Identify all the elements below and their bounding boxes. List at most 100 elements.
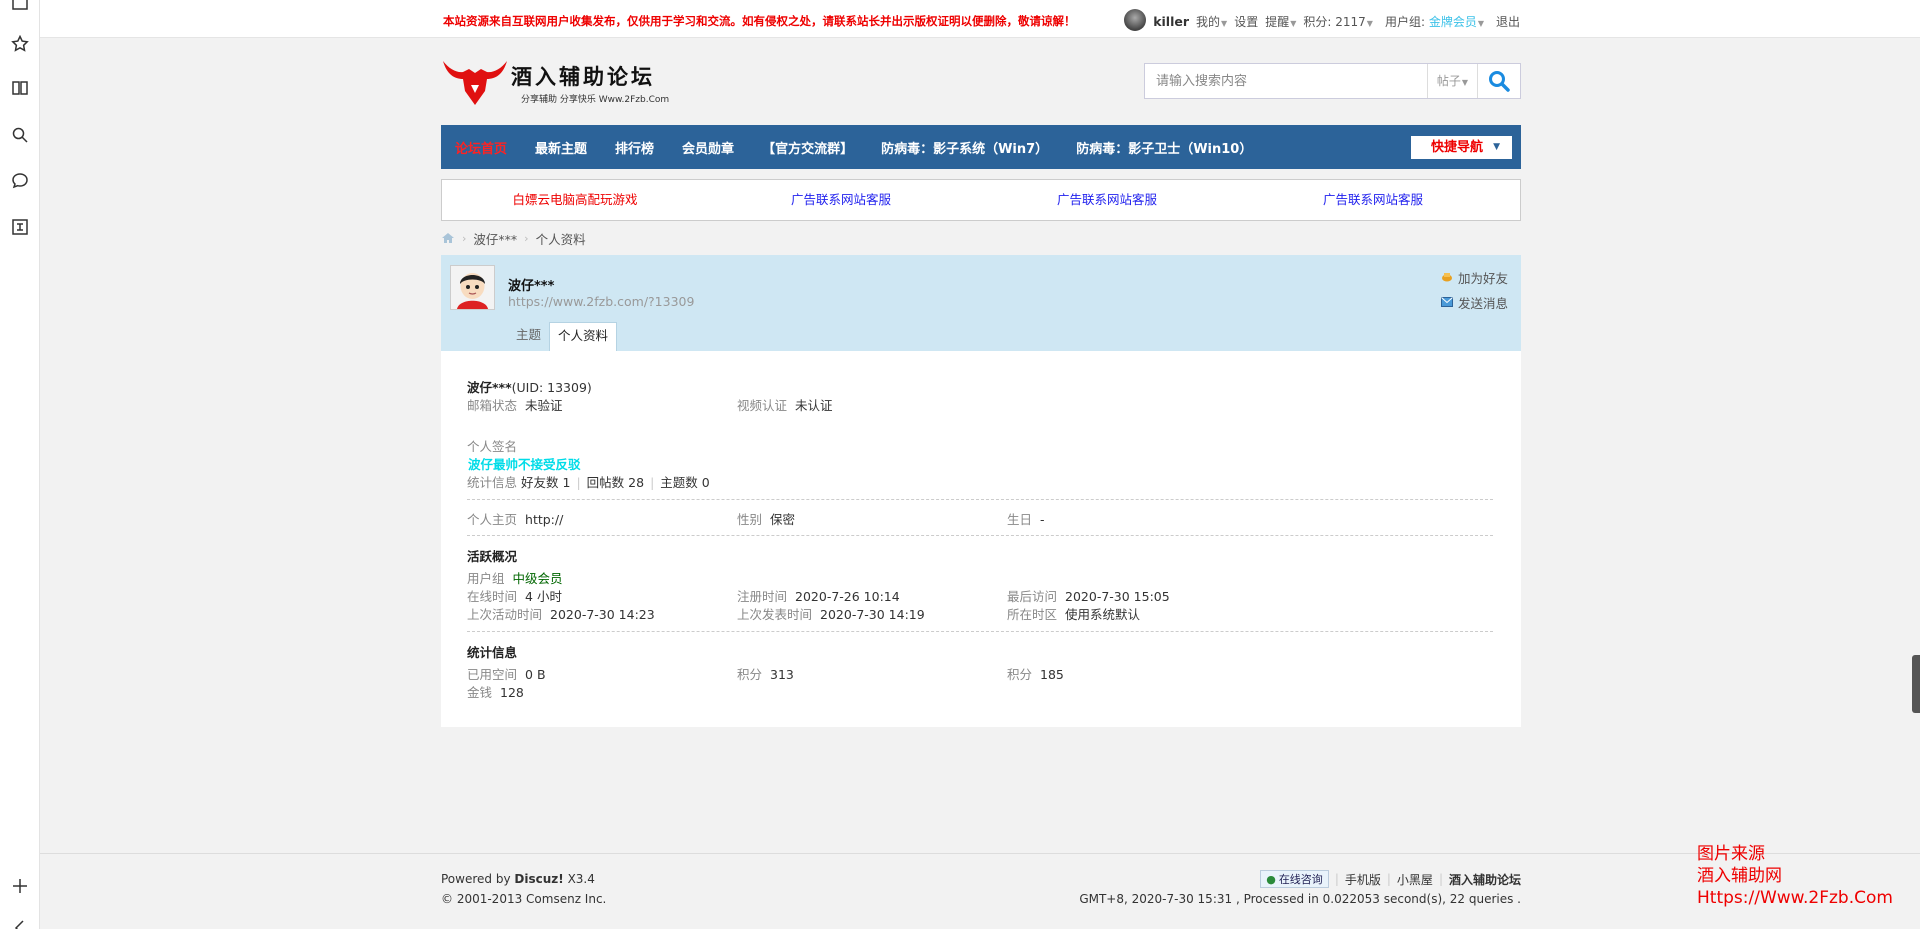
home-icon[interactable] <box>441 232 455 244</box>
profile-name: 波仔*** <box>508 279 555 294</box>
user-menu: killer 我的▼ 设置 提醒▼ 积分: 2117▼ 用户组: 金牌会员▼ 退… <box>1117 9 1520 31</box>
ad-link[interactable]: 广告联系网站客服 <box>974 180 1240 220</box>
last-post-field: 上次发表时间 2020-7-30 14:19 <box>737 607 925 622</box>
online-time-field: 在线时间 4 小时 <box>467 589 562 604</box>
nav-item-2[interactable]: 排行榜 <box>601 138 668 157</box>
cartoon-avatar-icon <box>451 266 494 309</box>
star-icon[interactable] <box>8 32 32 56</box>
profile-tabs: 主题 个人资料 <box>508 322 618 351</box>
watermark: 图片来源 酒入辅助网 Https://Www.2Fzb.Com <box>1697 844 1893 908</box>
video-status: 视频认证 未认证 <box>737 398 833 413</box>
chevron-down-icon: ▼ <box>1366 19 1373 28</box>
search-icon[interactable] <box>8 123 32 147</box>
username-link[interactable]: killer <box>1153 14 1189 29</box>
site-logo[interactable]: 酒入辅助论坛 分享辅助 分享快乐 Www.2Fzb.Com <box>441 55 671 107</box>
nav-item-1[interactable]: 最新主题 <box>521 138 601 157</box>
timezone-field: 所在时区 使用系统默认 <box>1007 607 1141 622</box>
consult-icon: ● <box>1266 872 1276 886</box>
settings-link[interactable]: 设置 <box>1234 13 1258 30</box>
last-visit-field: 最后访问 2020-7-30 15:05 <box>1007 589 1170 604</box>
used-space-field: 已用空间 0 B <box>467 667 546 682</box>
browser-sidebar <box>0 0 40 929</box>
copyright-notice: 本站资源来自互联网用户收集发布，仅供用于学习和交流。如有侵权之处，请联系站长并出… <box>443 14 1076 28</box>
usergroup-field: 用户组 中级会员 <box>467 571 563 586</box>
ad-link[interactable]: 广告联系网站客服 <box>1240 180 1506 220</box>
chevron-down-icon: ▼ <box>1221 19 1228 28</box>
stats-line: 统计信息 好友数 1 | 回帖数 28 | 主题数 0 <box>467 475 710 490</box>
collections-icon[interactable] <box>8 0 32 18</box>
bull-logo-icon <box>443 61 507 105</box>
main-nav: 论坛首页 最新主题 排行榜 会员勋章 【官方交流群】 防病毒：影子系统（Win7） 防病毒：… <box>441 125 1521 169</box>
add-friend-button[interactable]: 加为好友 <box>1441 268 1508 286</box>
money-field: 金钱 128 <box>467 685 524 700</box>
processing-info: GMT+8, 2020-7-30 15:31 , Processed in 0.… <box>1079 892 1521 906</box>
remind-menu[interactable]: 提醒▼ <box>1265 13 1296 30</box>
chat-icon[interactable] <box>8 169 32 193</box>
online-consult-button[interactable]: ● 在线咨询 <box>1260 870 1329 888</box>
book-icon[interactable] <box>8 76 32 100</box>
profile-url[interactable]: https://www.2fzb.com/?13309 <box>508 294 694 309</box>
ad-link[interactable]: 广告联系网站客服 <box>708 180 974 220</box>
breadcrumb: › 波仔*** › 个人资料 <box>441 229 586 248</box>
divider <box>467 499 1493 500</box>
ad-bar: 白嫖云电脑高配玩游戏 广告联系网站客服 广告联系网站客服 广告联系网站客服 <box>441 179 1521 221</box>
ad-link[interactable]: 白嫖云电脑高配玩游戏 <box>442 180 708 220</box>
homepage-field: 个人主页 http:// <box>467 512 564 527</box>
search-input[interactable] <box>1145 64 1425 98</box>
tab-profile[interactable]: 个人资料 <box>549 322 618 351</box>
points-field-2: 积分 185 <box>1007 667 1064 682</box>
signature-text: 波仔最帅不接受反驳 <box>468 457 581 472</box>
search-button[interactable] <box>1477 64 1520 98</box>
breadcrumb-user[interactable]: 波仔*** <box>473 229 517 248</box>
powered-by: Powered by Discuz! X3.4 <box>441 872 595 886</box>
add-icon[interactable] <box>8 874 32 898</box>
nav-item-6[interactable]: 防病毒：影子卫士（Win10） <box>1062 138 1266 157</box>
side-handle[interactable] <box>1912 655 1920 713</box>
nav-item-5[interactable]: 防病毒：影子系统（Win7） <box>867 138 1062 157</box>
footer: Powered by Discuz! X3.4 © 2001-2013 Coms… <box>40 853 1920 929</box>
search-type-select[interactable]: 帖子▼ <box>1427 64 1477 98</box>
send-message-button[interactable]: 发送消息 <box>1440 293 1508 311</box>
back-icon[interactable] <box>8 916 32 929</box>
logout-link[interactable]: 退出 <box>1496 13 1520 30</box>
nav-item-4[interactable]: 【官方交流群】 <box>748 138 867 157</box>
search-box: 帖子▼ <box>1144 63 1521 99</box>
breadcrumb-current: 个人资料 <box>535 231 586 247</box>
user-avatar[interactable] <box>1124 9 1147 31</box>
threads-count-link[interactable]: 主题数 0 <box>660 475 709 490</box>
chevron-down-icon: ▼ <box>1290 19 1297 28</box>
mobile-link[interactable]: 手机版 <box>1345 871 1381 888</box>
copyright: © 2001-2013 Comsenz Inc. <box>441 892 607 906</box>
chevron-right-icon: › <box>462 231 467 245</box>
nav-item-3[interactable]: 会员勋章 <box>668 138 748 157</box>
top-bar: 本站资源来自互联网用户收集发布，仅供用于学习和交流。如有侵权之处，请联系站长并出… <box>40 0 1920 38</box>
profile-avatar[interactable] <box>450 265 495 310</box>
uid-line: 波仔***(UID: 13309) <box>467 380 592 395</box>
blackroom-link[interactable]: 小黑屋 <box>1397 871 1433 888</box>
divider <box>467 535 1493 536</box>
chevron-down-icon: ▼ <box>1493 142 1500 152</box>
logo-subtitle: 分享辅助 分享快乐 Www.2Fzb.Com <box>521 95 670 105</box>
divider <box>467 631 1493 632</box>
logo-title: 酒入辅助论坛 <box>511 64 655 89</box>
my-menu[interactable]: 我的▼ <box>1196 13 1227 30</box>
register-time-field: 注册时间 2020-7-26 10:14 <box>737 589 900 604</box>
nav-item-0[interactable]: 论坛首页 <box>441 138 521 157</box>
usergroup-menu[interactable]: 用户组: 金牌会员▼ <box>1385 13 1484 30</box>
tab-threads[interactable]: 主题 <box>508 322 549 351</box>
usergroup-link[interactable]: 中级会员 <box>513 571 563 586</box>
chevron-down-icon: ▼ <box>1477 19 1484 28</box>
site-name-link[interactable]: 酒入辅助论坛 <box>1449 871 1521 888</box>
search-icon <box>1489 71 1510 92</box>
translate-icon[interactable] <box>8 215 32 239</box>
points-menu[interactable]: 积分: 2117▼ <box>1303 13 1373 30</box>
last-active-field: 上次活动时间 2020-7-30 14:23 <box>467 607 655 622</box>
email-status: 邮箱状态 未验证 <box>467 398 563 413</box>
gender-field: 性别 保密 <box>737 512 796 527</box>
quick-nav-button[interactable]: 快捷导航 ▼ <box>1411 136 1512 159</box>
friends-count-link[interactable]: 好友数 1 <box>521 475 570 490</box>
replies-count-link[interactable]: 回帖数 28 <box>587 475 644 490</box>
discuz-link[interactable]: Discuz! <box>514 872 563 886</box>
profile-content: 波仔***(UID: 13309) 邮箱状态 未验证 视频认证 未认证 个人签名 波… <box>441 351 1521 727</box>
activity-title: 活跃概况 <box>467 549 518 564</box>
